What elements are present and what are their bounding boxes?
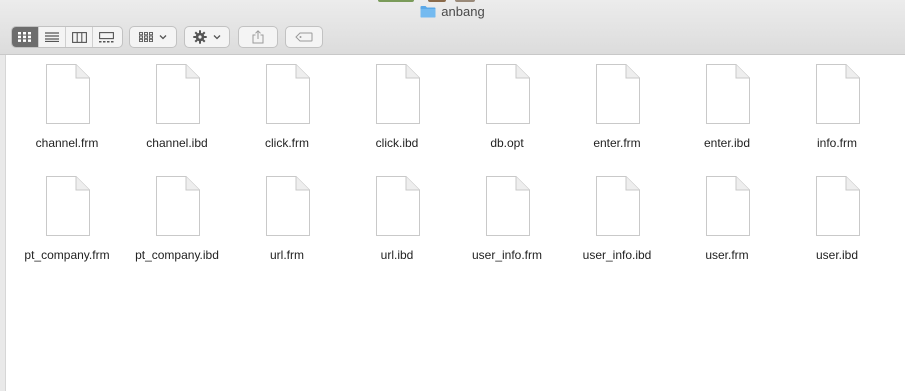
document-icon <box>486 176 530 236</box>
file-name: url.frm <box>270 248 304 262</box>
file-name: user.frm <box>705 248 749 262</box>
tag-button[interactable] <box>285 26 323 48</box>
file-item[interactable]: click.ibd <box>342 62 452 174</box>
view-mode-control <box>11 26 123 48</box>
share-icon <box>252 30 264 44</box>
file-item[interactable]: channel.frm <box>12 62 122 174</box>
file-item[interactable]: channel.ibd <box>122 62 232 174</box>
icon-view-button[interactable] <box>12 27 39 47</box>
list-icon <box>45 32 59 42</box>
file-name: user_info.frm <box>471 248 543 262</box>
grid-icon <box>139 32 153 42</box>
file-item[interactable]: pt_company.ibd <box>122 174 232 286</box>
document-icon <box>156 176 200 236</box>
file-name: enter.ibd <box>703 136 751 150</box>
file-item[interactable]: enter.ibd <box>672 62 782 174</box>
gear-icon <box>193 30 207 44</box>
file-name: click.ibd <box>375 136 419 150</box>
gallery-view-button[interactable] <box>93 27 120 47</box>
document-icon <box>706 176 750 236</box>
sidebar-edge <box>0 55 6 391</box>
window-title-text: anbang <box>441 4 485 19</box>
file-name: click.frm <box>265 136 309 150</box>
title-bar: anbang <box>0 0 905 55</box>
action-button[interactable] <box>184 26 230 48</box>
chevron-down-icon <box>159 35 167 40</box>
file-item[interactable]: url.ibd <box>342 174 452 286</box>
file-name: info.frm <box>816 136 857 150</box>
document-icon <box>266 176 310 236</box>
document-icon <box>706 64 750 124</box>
file-item[interactable]: user_info.ibd <box>562 174 672 286</box>
window-title: anbang <box>0 4 905 19</box>
file-grid: channel.frm channel.ibd click.frm click.… <box>12 62 892 286</box>
document-icon <box>156 64 200 124</box>
file-name: user.ibd <box>815 248 859 262</box>
file-name: channel.frm <box>35 136 99 150</box>
finder-window: anbang channel.frm channel.ibd click.frm… <box>0 0 905 391</box>
group-button[interactable] <box>129 26 177 48</box>
document-icon <box>486 64 530 124</box>
file-name: url.ibd <box>380 248 414 262</box>
file-name: enter.frm <box>593 136 641 150</box>
document-icon <box>376 176 420 236</box>
document-icon <box>596 176 640 236</box>
share-button[interactable] <box>238 26 278 48</box>
file-item[interactable]: url.frm <box>232 174 342 286</box>
document-icon <box>596 64 640 124</box>
column-view-button[interactable] <box>66 27 93 47</box>
gallery-icon <box>99 31 114 42</box>
file-item[interactable]: user.frm <box>672 174 782 286</box>
document-icon <box>46 64 90 124</box>
document-icon <box>376 64 420 124</box>
toolbar <box>0 26 905 48</box>
file-item[interactable]: click.frm <box>232 62 342 174</box>
top-edge-artifact <box>428 0 446 2</box>
file-item[interactable]: user_info.frm <box>452 174 562 286</box>
file-item[interactable]: enter.frm <box>562 62 672 174</box>
document-icon <box>816 176 860 236</box>
file-name: channel.ibd <box>146 136 208 150</box>
tag-icon <box>295 32 313 42</box>
top-edge-artifact <box>378 0 414 2</box>
list-view-button[interactable] <box>39 27 66 47</box>
columns-icon <box>71 31 87 43</box>
folder-icon <box>420 6 436 18</box>
file-name: user_info.ibd <box>582 248 652 262</box>
file-item[interactable]: info.frm <box>782 62 892 174</box>
file-item[interactable]: pt_company.frm <box>12 174 122 286</box>
grid-icon <box>18 32 31 42</box>
document-icon <box>816 64 860 124</box>
file-item[interactable]: user.ibd <box>782 174 892 286</box>
file-item[interactable]: db.opt <box>452 62 562 174</box>
chevron-down-icon <box>213 35 221 40</box>
file-name: pt_company.frm <box>24 248 110 262</box>
file-name: db.opt <box>490 136 524 150</box>
file-name: pt_company.ibd <box>135 248 219 262</box>
document-icon <box>46 176 90 236</box>
document-icon <box>266 64 310 124</box>
top-edge-artifact <box>455 0 475 2</box>
